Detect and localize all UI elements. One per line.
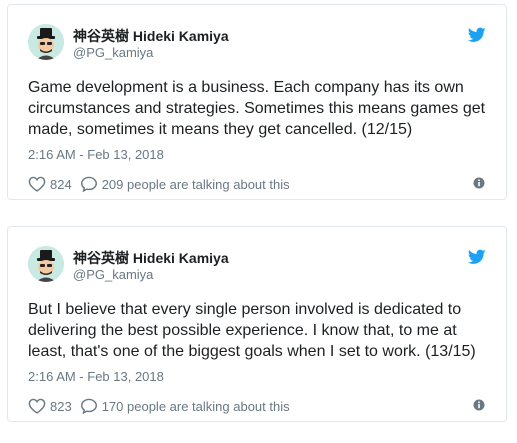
tweet-text: But I believe that every single person i…: [28, 301, 476, 360]
talking-count: 209 people are talking about this: [101, 176, 290, 192]
tweet-card[interactable]: 神谷英樹 Hideki Kamiya @PG_kamiya Game devel…: [7, 4, 507, 200]
tweet-card[interactable]: 神谷英樹 Hideki Kamiya @PG_kamiya But I beli…: [7, 226, 507, 422]
speech-bubble-icon: [80, 398, 97, 414]
like-count: 824: [50, 176, 72, 192]
talking-count: 170 people are talking about this: [101, 398, 290, 414]
tweet-actions: 823 170 people are talking about this: [28, 397, 290, 415]
author-handle[interactable]: @PG_kamiya: [73, 267, 229, 283]
avatar[interactable]: [28, 24, 64, 60]
avatar[interactable]: [28, 246, 64, 282]
talking-link[interactable]: 209 people are talking about this: [80, 176, 290, 192]
heart-icon: [28, 398, 46, 414]
avatar-illustration: [28, 24, 64, 60]
tweet-text: Game development is a business. Each com…: [28, 79, 486, 138]
talking-link[interactable]: 170 people are talking about this: [80, 398, 290, 414]
info-icon[interactable]: [473, 177, 485, 189]
tweet-timestamp[interactable]: 2:16 AM - Feb 13, 2018: [28, 147, 164, 163]
author-name[interactable]: 神谷英樹 Hideki Kamiya: [73, 249, 229, 267]
author-handle[interactable]: @PG_kamiya: [73, 45, 229, 61]
heart-icon: [28, 176, 46, 192]
speech-bubble-icon: [80, 176, 97, 192]
like-button[interactable]: 824: [28, 176, 72, 192]
info-icon[interactable]: [473, 399, 485, 411]
avatar-illustration: [28, 246, 64, 282]
like-button[interactable]: 823: [28, 398, 72, 414]
twitter-bird-icon[interactable]: [468, 249, 486, 265]
author-name[interactable]: 神谷英樹 Hideki Kamiya: [73, 27, 229, 45]
tweet-timestamp[interactable]: 2:16 AM - Feb 13, 2018: [28, 369, 164, 385]
tweet-actions: 824 209 people are talking about this: [28, 175, 290, 193]
twitter-bird-icon[interactable]: [468, 27, 486, 43]
like-count: 823: [50, 398, 72, 414]
